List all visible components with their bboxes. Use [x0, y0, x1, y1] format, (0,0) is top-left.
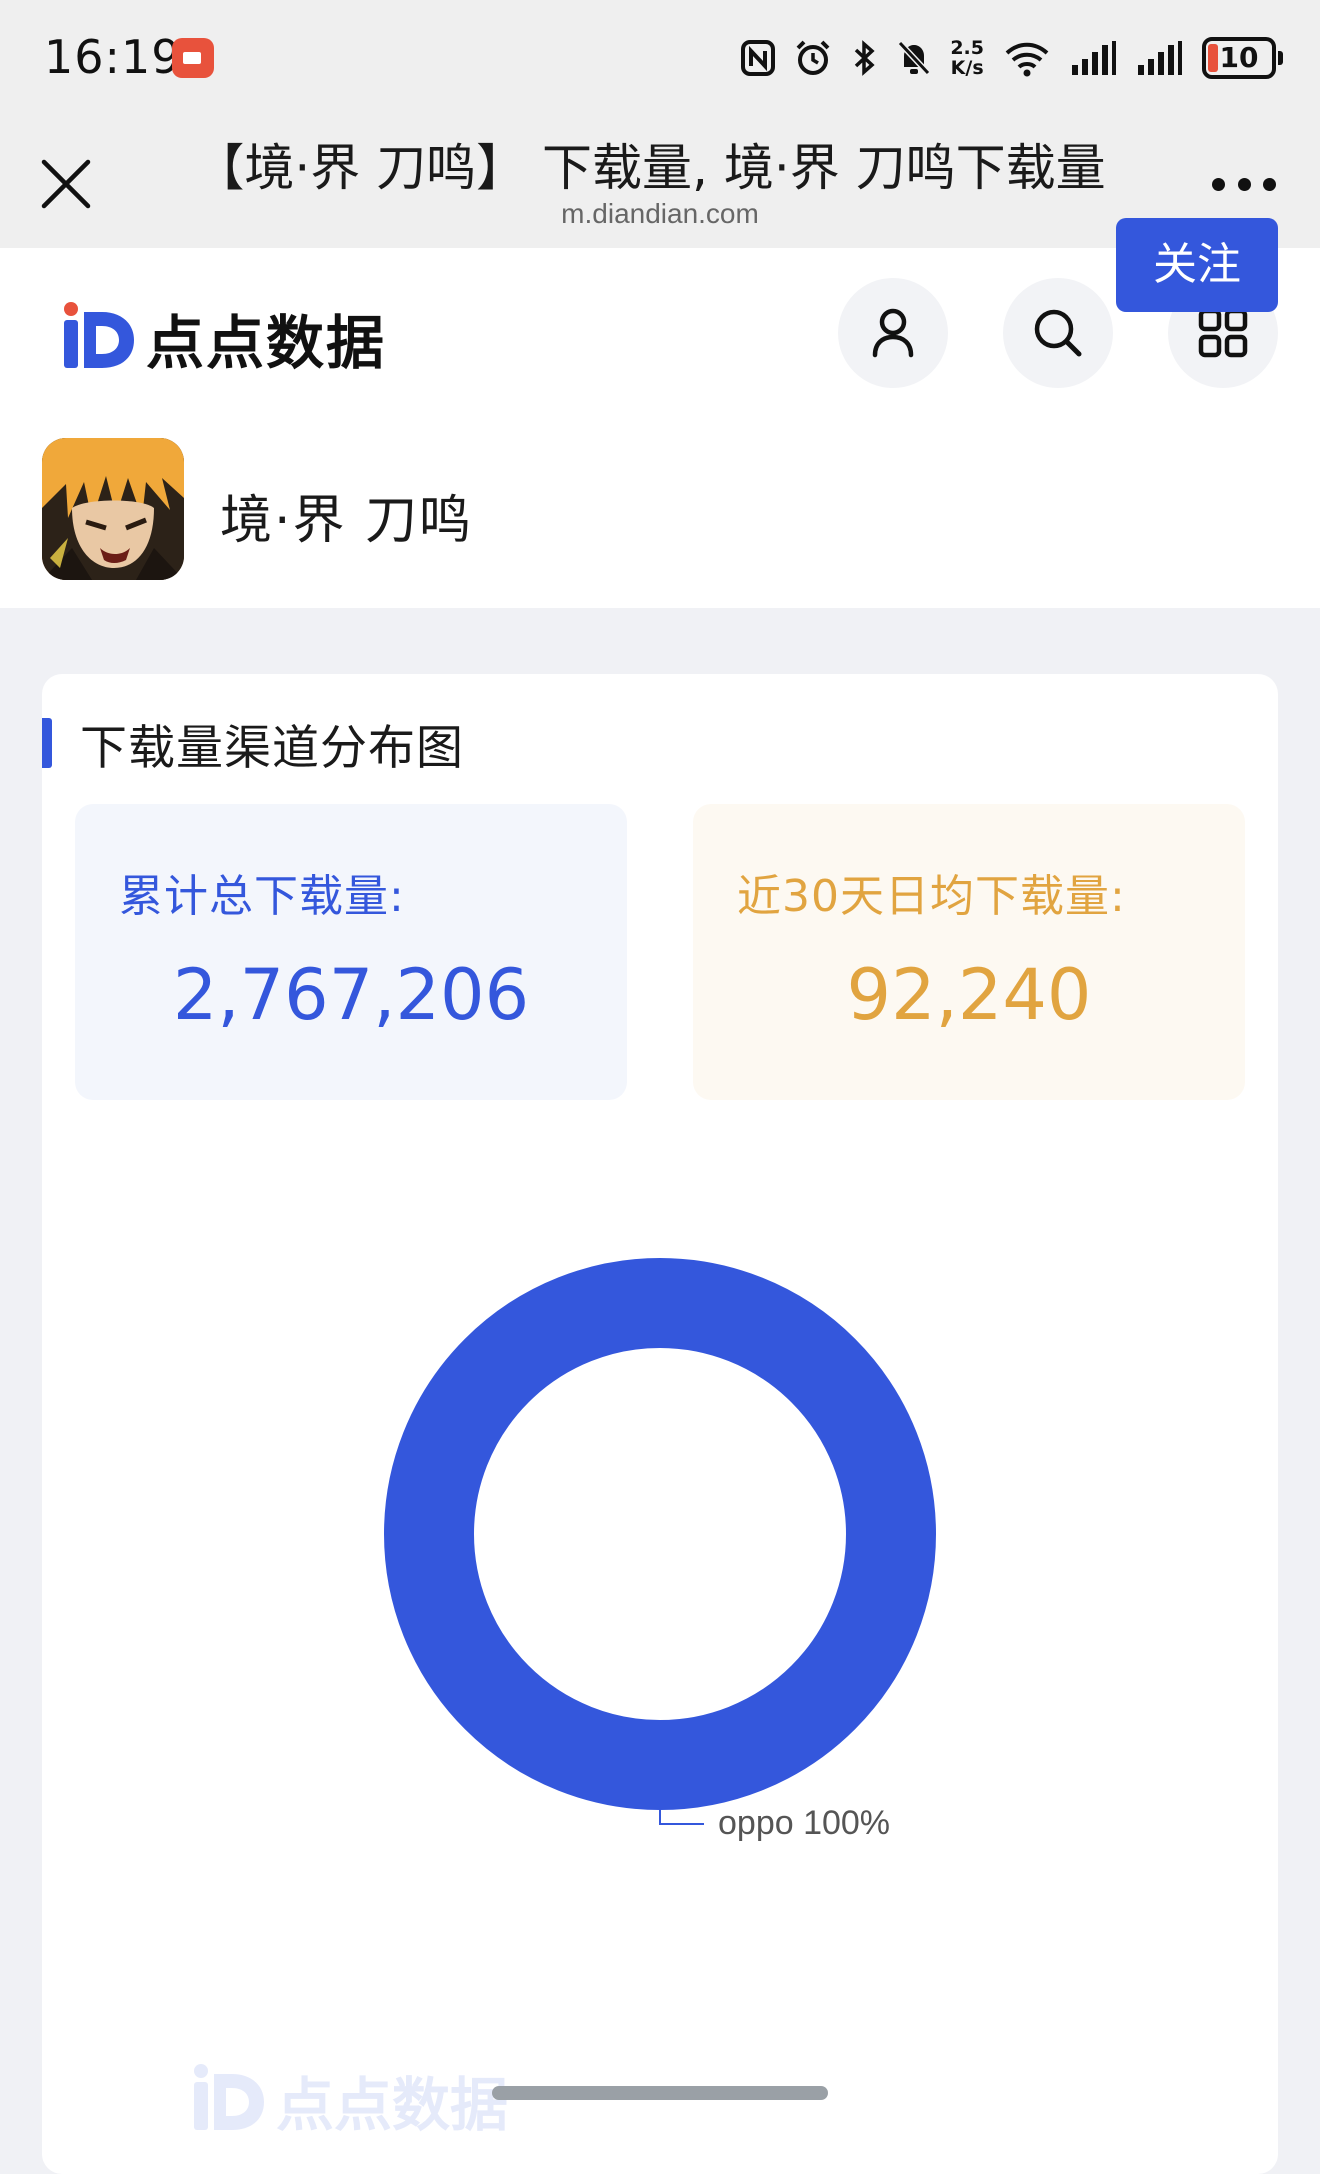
search-button[interactable] [1003, 278, 1113, 388]
home-indicator[interactable] [492, 2086, 828, 2100]
nfc-icon [741, 40, 776, 76]
mute-icon [898, 40, 931, 76]
follow-button[interactable]: 关注 [1116, 218, 1278, 312]
signal-icon [1138, 41, 1182, 75]
total-downloads-value: 2,767,206 [172, 954, 530, 1036]
screen-record-icon [172, 38, 214, 78]
status-time: 16:19 [44, 30, 182, 84]
avg-downloads-value: 92,240 [846, 954, 1092, 1036]
account-button[interactable] [838, 278, 948, 388]
total-downloads-box: 累计总下载量: 2,767,206 [75, 804, 627, 1100]
signal-icon [1072, 41, 1116, 75]
dot-icon [1263, 178, 1276, 191]
channel-donut-chart: oppo 100% [42, 1234, 1278, 1954]
grid-icon [1198, 308, 1248, 358]
status-icons: 2.5 K/s 10 [740, 32, 1283, 84]
app-name: 境·界 刀鸣 [220, 491, 474, 551]
battery-icon: 10 [1202, 37, 1283, 79]
donut-label-leader [659, 1810, 704, 1825]
total-downloads-label: 累计总下载量: [119, 871, 405, 922]
character-portrait-icon [42, 438, 184, 580]
wifi-icon [1005, 42, 1049, 77]
page-url: m.diandian.com [561, 198, 759, 229]
donut-chart-svg: oppo 100% [384, 1258, 936, 1842]
more-options-button[interactable] [1212, 178, 1276, 194]
avg-downloads-label: 近30天日均下载量: [737, 871, 1126, 922]
user-icon [872, 308, 914, 358]
net-speed: 2.5 K/s [950, 38, 984, 78]
section-title: 下载量渠道分布图 [42, 714, 464, 776]
section-accent-bar [42, 718, 52, 768]
avg-downloads-box: 近30天日均下载量: 92,240 [693, 804, 1245, 1100]
dot-icon [1237, 178, 1251, 191]
watermark: 点点数据 [192, 2058, 508, 2142]
logo-icon [64, 302, 134, 368]
dot-icon [1212, 178, 1225, 191]
alarm-icon [796, 40, 830, 75]
search-icon [1034, 309, 1082, 357]
app-summary: 境·界 刀鸣 [0, 438, 1320, 598]
section-title-text: 下载量渠道分布图 [80, 720, 464, 776]
watermark-text: 点点数据 [276, 2071, 509, 2139]
donut-slice-oppo[interactable] [384, 1258, 936, 1810]
site-logo[interactable]: 点点数据 [62, 298, 386, 378]
status-bar: 16:19 2.5 K/s 10 [0, 0, 1320, 118]
page-title: 【境·界 刀鸣】 下载量, 境·界 刀鸣下载量 [194, 139, 1106, 197]
net-speed-unit: K/s [950, 57, 984, 79]
close-icon[interactable] [38, 156, 94, 212]
donut-label: oppo 100% [718, 1804, 890, 1842]
download-channel-card: 下载量渠道分布图 累计总下载量: 2,767,206 近30天日均下载量: 92… [42, 674, 1278, 2174]
watermark-logo-icon [194, 2064, 264, 2130]
bluetooth-icon [855, 40, 875, 76]
net-speed-value: 2.5 [950, 37, 984, 59]
app-icon [42, 438, 184, 580]
logo-text: 点点数据 [146, 309, 387, 377]
battery-level: 10 [1219, 41, 1259, 74]
